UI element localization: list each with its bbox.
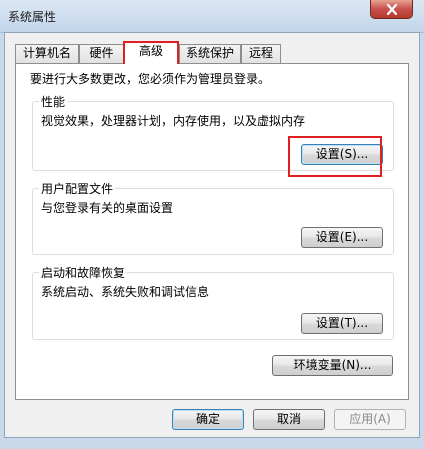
cancel-button[interactable]: 取消 <box>253 409 325 430</box>
apply-button[interactable]: 应用(A) <box>334 409 406 430</box>
user-profiles-settings-button[interactable]: 设置(E)... <box>301 227 383 248</box>
performance-title: 性能 <box>39 93 68 110</box>
startup-recovery-description: 系统启动、系统失败和调试信息 <box>41 285 210 299</box>
close-button[interactable] <box>370 0 413 19</box>
user-profiles-description: 与您登录有关的桌面设置 <box>41 201 174 215</box>
tab-remote[interactable]: 远程 <box>241 44 281 63</box>
ok-button[interactable]: 确定 <box>172 409 244 430</box>
background-window-fragment <box>0 438 424 449</box>
tab-computer-name[interactable]: 计算机名 <box>15 44 79 63</box>
user-profiles-group: 用户配置文件 与您登录有关的桌面设置 设置(E)... <box>32 180 394 255</box>
performance-description: 视觉效果，处理器计划，内存使用，以及虚拟内存 <box>41 114 306 128</box>
title-bar[interactable]: 系统属性 <box>0 0 424 33</box>
tab-system-protection[interactable]: 系统保护 <box>179 44 241 63</box>
tab-hardware[interactable]: 硬件 <box>79 44 124 63</box>
startup-recovery-title: 启动和故障恢复 <box>39 264 128 281</box>
dialog-client-area: 计算机名 硬件 高级 系统保护 远程 要进行大多数更改，您必须作为管理员登录。 … <box>4 32 420 438</box>
window-title: 系统属性 <box>8 10 57 24</box>
user-profiles-title: 用户配置文件 <box>39 180 116 197</box>
startup-recovery-group: 启动和故障恢复 系统启动、系统失败和调试信息 设置(T)... <box>32 264 394 340</box>
startup-recovery-settings-button[interactable]: 设置(T)... <box>301 313 383 334</box>
performance-settings-highlight <box>288 136 382 177</box>
environment-variables-button[interactable]: 环境变量(N)... <box>272 355 393 376</box>
admin-notice: 要进行大多数更改，您必须作为管理员登录。 <box>30 72 271 86</box>
close-icon <box>386 3 397 15</box>
advanced-tab-panel: 要进行大多数更改，您必须作为管理员登录。 性能 视觉效果，处理器计划，内存使用，… <box>15 63 409 400</box>
tab-advanced[interactable]: 高级 <box>123 41 179 64</box>
